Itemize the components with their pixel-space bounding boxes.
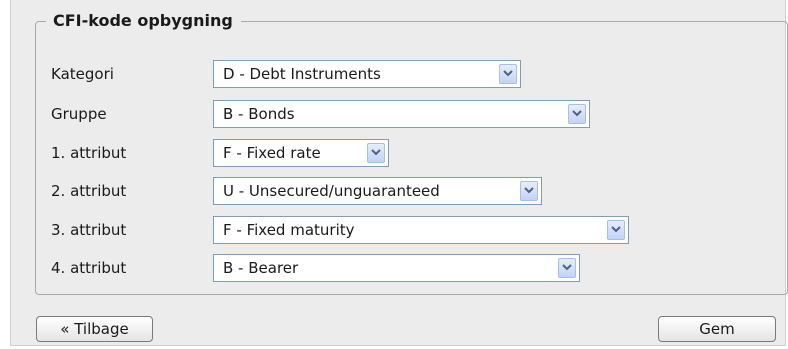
cfi-panel: CFI-kode opbygning	[10, 0, 788, 346]
gruppe-label: Gruppe	[51, 105, 107, 123]
chevron-down-icon[interactable]	[607, 220, 625, 240]
attribut-3-select-value: F - Fixed maturity	[223, 221, 355, 239]
attribut-1-select[interactable]: F - Fixed rate	[213, 139, 389, 167]
save-button[interactable]: Gem	[658, 316, 776, 342]
chevron-down-icon[interactable]	[499, 64, 517, 84]
attribut-4-select[interactable]: B - Bearer	[213, 254, 580, 282]
attribut-3-select[interactable]: F - Fixed maturity	[213, 216, 629, 244]
chevron-down-icon[interactable]	[558, 258, 576, 278]
chevron-down-icon[interactable]	[568, 104, 586, 124]
chevron-down-icon[interactable]	[367, 143, 385, 163]
attribut-3-label: 3. attribut	[51, 221, 127, 239]
kategori-select[interactable]: D - Debt Instruments	[213, 60, 521, 88]
kategori-label: Kategori	[51, 65, 114, 83]
attribut-1-select-value: F - Fixed rate	[223, 144, 321, 162]
chevron-down-icon[interactable]	[520, 181, 538, 201]
attribut-2-select[interactable]: U - Unsecured/unguaranteed	[213, 177, 542, 205]
attribut-1-label: 1. attribut	[51, 144, 127, 162]
attribut-2-label: 2. attribut	[51, 182, 127, 200]
attribut-4-select-value: B - Bearer	[223, 259, 299, 277]
gruppe-select[interactable]: B - Bonds	[213, 100, 590, 128]
attribut-4-label: 4. attribut	[51, 259, 127, 277]
gruppe-select-value: B - Bonds	[223, 105, 295, 123]
fieldset-legend: CFI-kode opbygning	[46, 11, 241, 31]
back-button[interactable]: « Tilbage	[36, 316, 153, 342]
kategori-select-value: D - Debt Instruments	[223, 65, 381, 83]
attribut-2-select-value: U - Unsecured/unguaranteed	[223, 182, 440, 200]
